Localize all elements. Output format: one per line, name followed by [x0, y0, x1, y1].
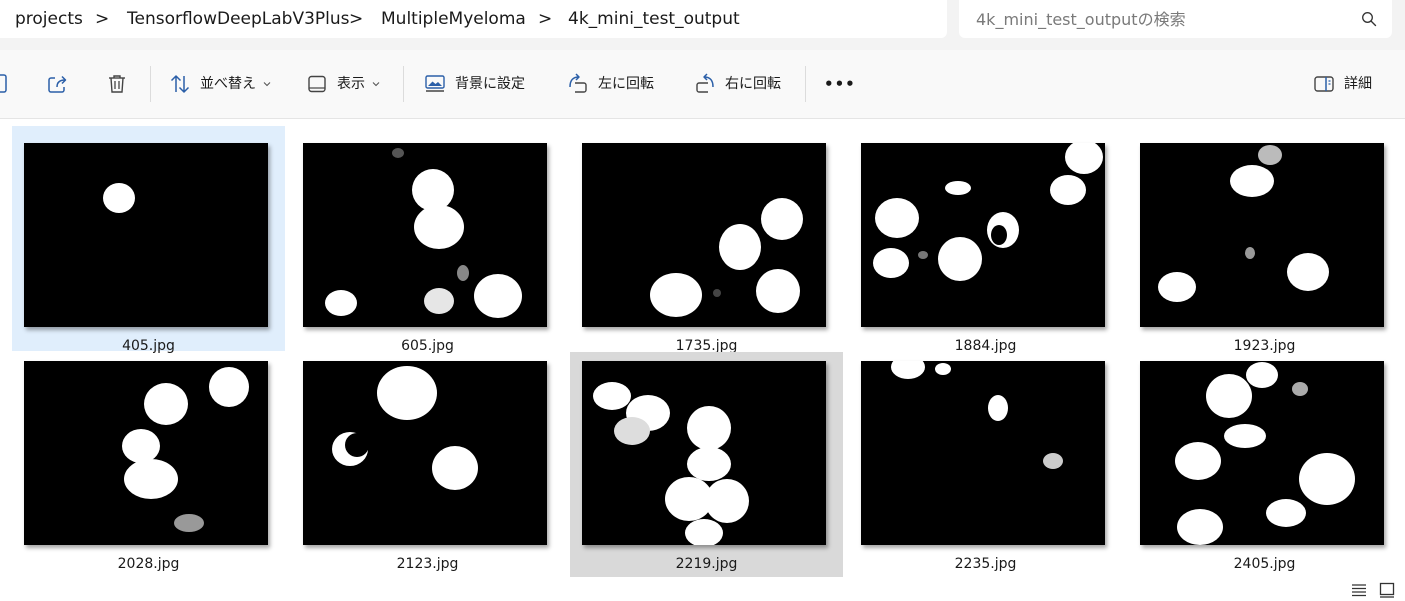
details-pane-icon — [1314, 76, 1334, 92]
file-tile[interactable]: 2028.jpg — [12, 352, 285, 577]
breadcrumb-item-tensorflowdeeplabv3plus[interactable]: TensorflowDeepLabV3Plus — [127, 9, 350, 29]
set-background-icon — [425, 75, 445, 92]
details-label: 詳細 — [1344, 76, 1372, 92]
file-tile[interactable]: 1923.jpg — [1128, 126, 1401, 354]
file-grid: 405.jpg 605.jpg 1735.jpg 1884.jpg 1923.j… — [0, 118, 1405, 578]
file-name: 2405.jpg — [1233, 556, 1296, 572]
toolbar-divider — [805, 66, 806, 102]
image-thumbnail — [1140, 361, 1384, 545]
set-background-label: 背景に設定 — [455, 76, 525, 92]
address-bar-row: projects > TensorflowDeepLabV3Plus > Mul… — [0, 0, 1405, 50]
breadcrumb[interactable]: projects > TensorflowDeepLabV3Plus > Mul… — [0, 0, 947, 38]
image-thumbnail — [582, 143, 826, 327]
rotate-right-button[interactable]: 右に回転 — [694, 70, 781, 98]
file-name: 2235.jpg — [954, 556, 1017, 572]
breadcrumb-chevron[interactable]: > — [349, 9, 363, 29]
breadcrumb-chevron[interactable]: > — [538, 9, 552, 29]
image-thumbnail — [582, 361, 826, 545]
breadcrumb-item-projects[interactable]: projects — [15, 9, 83, 29]
details-view-icon[interactable] — [1351, 582, 1367, 598]
file-tile[interactable]: 1884.jpg — [849, 126, 1122, 354]
file-name: 2028.jpg — [117, 556, 180, 572]
image-thumbnail — [303, 361, 547, 545]
image-thumbnail — [24, 143, 268, 327]
chevron-down-icon — [372, 82, 380, 87]
breadcrumb-chevron[interactable]: > — [95, 9, 109, 29]
image-thumbnail — [861, 361, 1105, 545]
file-tile[interactable]: 2123.jpg — [291, 352, 564, 577]
image-thumbnail — [24, 361, 268, 545]
file-explorer-window: projects > TensorflowDeepLabV3Plus > Mul… — [0, 0, 1405, 601]
delete-icon — [109, 75, 125, 93]
rotate-left-label: 左に回転 — [598, 76, 654, 92]
file-name: 2219.jpg — [675, 556, 738, 572]
delete-button[interactable] — [106, 70, 128, 98]
large-icons-view-icon[interactable] — [1379, 582, 1395, 598]
image-thumbnail — [1140, 143, 1384, 327]
breadcrumb-item-4k-mini-test-output[interactable]: 4k_mini_test_output — [568, 9, 740, 29]
toolbar-divider — [403, 66, 404, 102]
chevron-down-icon — [263, 82, 271, 87]
rotate-right-label: 右に回転 — [725, 76, 781, 92]
view-label: 表示 — [337, 76, 365, 92]
copy-button[interactable] — [0, 70, 10, 98]
file-name: 2123.jpg — [396, 556, 459, 572]
rotate-right-icon — [696, 73, 714, 93]
file-tile[interactable]: 605.jpg — [291, 126, 564, 354]
share-icon — [48, 75, 67, 93]
rotate-left-icon — [569, 73, 587, 93]
view-button[interactable]: 表示 — [306, 70, 380, 98]
sort-icon — [170, 75, 190, 93]
breadcrumb-item-multiplemyeloma[interactable]: MultipleMyeloma — [381, 9, 526, 29]
search-input[interactable] — [976, 8, 1346, 30]
file-tile[interactable]: 1735.jpg — [570, 126, 843, 354]
more-icon: ••• — [824, 75, 856, 93]
file-tile[interactable]: 2405.jpg — [1128, 352, 1401, 577]
image-thumbnail — [303, 143, 547, 327]
file-tile[interactable]: 2235.jpg — [849, 352, 1122, 577]
see-more-button[interactable]: ••• — [824, 70, 856, 98]
file-tile[interactable]: 2219.jpg — [570, 352, 843, 577]
file-tile[interactable]: 405.jpg — [12, 126, 285, 354]
search-icon[interactable] — [1361, 11, 1377, 27]
rotate-left-button[interactable]: 左に回転 — [567, 70, 654, 98]
toolbar-divider — [150, 66, 151, 102]
command-bar: 並べ替え 表示 背景に設定 左に回転 右に回転 ••• 詳細 — [0, 50, 1405, 119]
set-background-button[interactable]: 背景に設定 — [424, 70, 525, 98]
search-box[interactable] — [959, 0, 1392, 38]
sort-label: 並べ替え — [200, 76, 256, 92]
share-button[interactable] — [46, 70, 68, 98]
image-thumbnail — [861, 143, 1105, 327]
details-pane-button[interactable]: 詳細 — [1313, 70, 1372, 98]
copy-icon — [0, 74, 7, 93]
sort-button[interactable]: 並べ替え — [169, 70, 271, 98]
view-icon — [308, 75, 326, 93]
